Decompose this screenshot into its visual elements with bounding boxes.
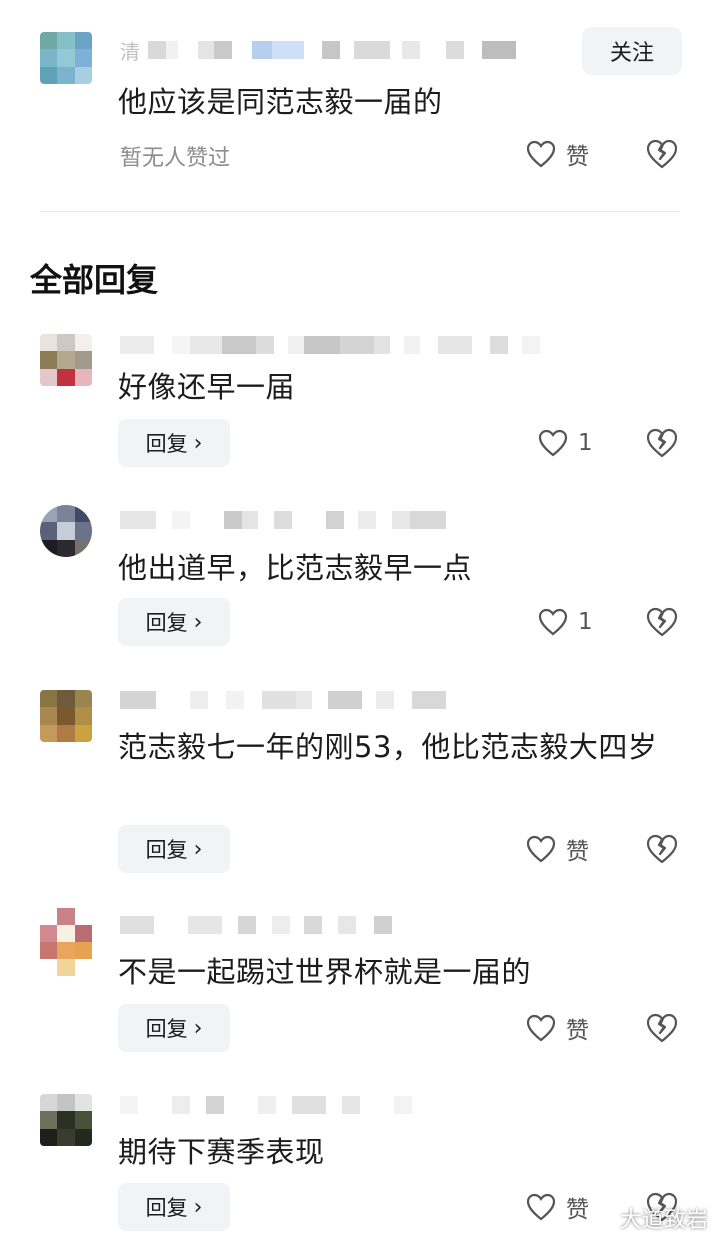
like-button[interactable]: 赞: [526, 1004, 589, 1052]
reply-label: 回复: [145, 838, 188, 862]
broken-heart-icon[interactable]: [646, 1012, 678, 1044]
heart-outline-icon: [526, 1014, 556, 1042]
avatar[interactable]: [40, 1094, 92, 1146]
broken-heart-icon[interactable]: [646, 427, 678, 459]
like-button[interactable]: 1: [538, 598, 593, 646]
username-blurred[interactable]: [120, 500, 446, 540]
reply-label: 回复: [145, 611, 188, 635]
like-label: 赞: [566, 144, 589, 170]
username-blurred[interactable]: [120, 325, 540, 365]
broken-heart-icon[interactable]: [646, 606, 678, 638]
heart-outline-icon: [526, 835, 556, 863]
reply-text: 期待下赛季表现: [118, 1135, 325, 1169]
heart-outline-icon: [538, 429, 568, 457]
like-label: 赞: [566, 1018, 589, 1044]
like-label: 赞: [566, 1197, 589, 1223]
chevron-right-icon: ›: [193, 609, 203, 635]
avatar[interactable]: [40, 690, 92, 742]
reply-text: 范志毅七一年的刚53，他比范志毅大四岁: [118, 730, 658, 764]
heart-outline-icon: [538, 608, 568, 636]
chevron-right-icon: ›: [193, 1015, 203, 1041]
like-count: 1: [578, 430, 593, 456]
heart-outline-icon: [526, 140, 556, 168]
username-visible-char: 清: [120, 39, 140, 64]
like-button[interactable]: 赞: [526, 825, 589, 873]
reply-label: 回复: [145, 432, 188, 456]
avatar[interactable]: [40, 32, 92, 84]
like-button[interactable]: 赞: [526, 1183, 589, 1231]
chevron-right-icon: ›: [193, 430, 203, 456]
avatar[interactable]: [40, 334, 92, 386]
username-blurred[interactable]: [120, 680, 446, 720]
avatar[interactable]: [40, 505, 92, 557]
like-button[interactable]: 赞: [526, 130, 589, 178]
reply-text: 好像还早一届: [118, 370, 296, 404]
watermark: 大道致岩: [619, 1208, 708, 1233]
reply-button[interactable]: 回复 ›: [118, 1183, 230, 1231]
broken-heart-icon[interactable]: [646, 138, 678, 170]
like-button[interactable]: 1: [538, 419, 593, 467]
heart-outline-icon: [526, 1193, 556, 1221]
reply-text: 他出道早，比范志毅早一点: [118, 551, 473, 585]
like-label: 赞: [566, 839, 589, 865]
chevron-right-icon: ›: [193, 1194, 203, 1220]
username-blurred[interactable]: [120, 1085, 412, 1125]
username-blurred[interactable]: [120, 905, 392, 945]
comment-text: 他应该是同范志毅一届的: [118, 85, 443, 119]
reply-label: 回复: [145, 1017, 188, 1041]
like-count: 1: [578, 609, 593, 635]
reply-button[interactable]: 回复 ›: [118, 1004, 230, 1052]
avatar[interactable]: [40, 908, 92, 976]
username-blurred[interactable]: 清: [120, 30, 516, 70]
section-title: 全部回复: [30, 261, 159, 299]
reply-button[interactable]: 回复 ›: [118, 598, 230, 646]
likes-status: 暂无人赞过: [120, 146, 231, 171]
follow-button[interactable]: 关注: [582, 27, 682, 75]
reply-button[interactable]: 回复 ›: [118, 825, 230, 873]
reply-label: 回复: [145, 1196, 188, 1220]
chevron-right-icon: ›: [193, 836, 203, 862]
reply-button[interactable]: 回复 ›: [118, 419, 230, 467]
reply-text: 不是一起踢过世界杯就是一届的: [118, 955, 532, 989]
divider: [40, 211, 680, 212]
broken-heart-icon[interactable]: [646, 833, 678, 865]
